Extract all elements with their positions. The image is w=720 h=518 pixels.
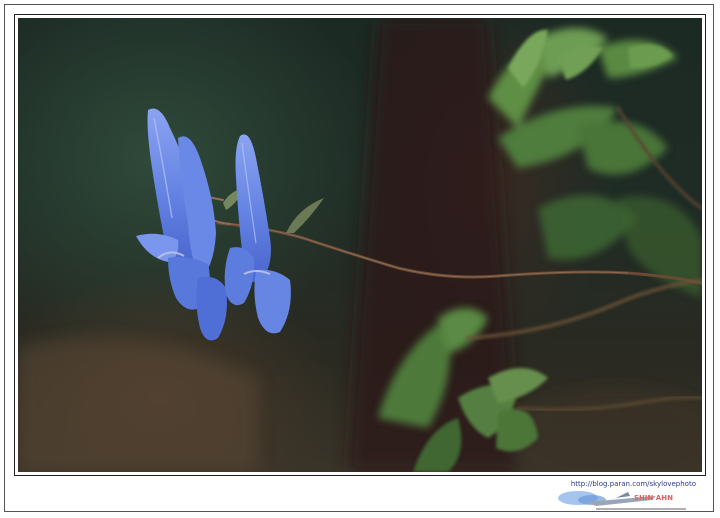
watermark: http://blog.paran.com/skylovephoto SHIN … bbox=[556, 480, 696, 514]
flower-photo bbox=[18, 18, 702, 472]
stem-bract bbox=[286, 198, 324, 233]
photo-frame bbox=[14, 14, 706, 476]
photo-scene bbox=[18, 18, 702, 472]
watermark-logo-text: SHIN AHN bbox=[634, 494, 673, 502]
watermark-logo: SHIN AHN bbox=[558, 491, 686, 510]
blue-flower-left bbox=[136, 108, 227, 341]
